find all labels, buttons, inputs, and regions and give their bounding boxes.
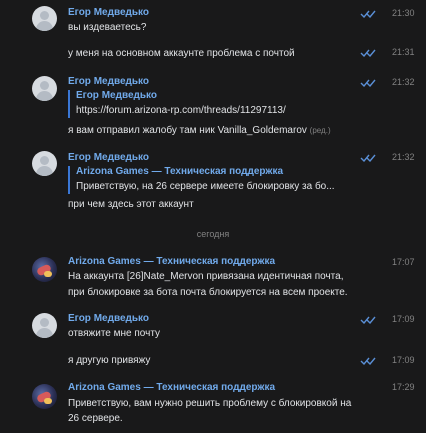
edited-label: (ред.) <box>309 126 331 135</box>
quote-author: Arizona Games — Техническая поддержка <box>76 166 284 177</box>
message-text: при чем здесь этот аккаунт <box>68 199 194 210</box>
message-text: отвяжите мне почту <box>68 328 161 339</box>
message-time: 21:32 <box>392 77 415 87</box>
message-time: 21:30 <box>392 8 415 18</box>
message[interactable]: Егор Медведько отвяжите мне почту 17:09 <box>0 313 426 339</box>
message-time: 17:09 <box>392 355 415 365</box>
message[interactable]: Arizona Games — Техническая поддержка На… <box>0 256 426 300</box>
quote-link[interactable]: https://forum.arizona-rp.com/threads/112… <box>76 105 286 116</box>
message-time: 17:09 <box>392 314 415 324</box>
message-time: 17:29 <box>392 382 415 392</box>
message[interactable]: я другую привяжу 17:09 <box>0 355 426 369</box>
message-time: 21:31 <box>392 47 415 57</box>
message-time: 17:07 <box>392 257 415 267</box>
user-avatar[interactable] <box>32 6 57 31</box>
user-avatar[interactable] <box>32 151 57 176</box>
message-time: 21:32 <box>392 152 415 162</box>
support-avatar[interactable] <box>32 384 57 409</box>
message-author[interactable]: Егор Медведько <box>68 7 149 18</box>
message[interactable]: у меня на основном аккаунте проблема с п… <box>0 47 426 62</box>
message[interactable]: Arizona Games — Техническая поддержка Пр… <box>0 382 426 426</box>
message-author[interactable]: Егор Медведько <box>68 313 149 324</box>
message-author[interactable]: Arizona Games — Техническая поддержка <box>68 256 275 267</box>
read-check-icon <box>360 49 376 57</box>
message[interactable]: Егор Медведько Arizona Games — Техническ… <box>0 151 426 211</box>
read-check-icon <box>360 357 376 365</box>
message-text: у меня на основном аккаунте проблема с п… <box>68 48 295 59</box>
read-check-icon <box>360 316 376 324</box>
quoted-message[interactable]: Егор Медведько https://forum.arizona-rp.… <box>68 90 286 118</box>
message[interactable]: Егор Медведько Егор Медведько https://fo… <box>0 76 426 136</box>
message-text-line: при блокировке за бота почта блокируется… <box>68 287 348 298</box>
message-text-line: Приветствую, вам нужно решить проблему с… <box>68 398 352 409</box>
message-author[interactable]: Егор Медведько <box>68 152 149 163</box>
message-text: я другую привяжу <box>68 355 151 366</box>
quoted-message[interactable]: Arizona Games — Техническая поддержка Пр… <box>68 166 335 194</box>
message-text: я вам отправил жалобу там ник Vanilla_Go… <box>68 125 331 136</box>
support-avatar[interactable] <box>32 257 57 282</box>
message-text: вы издеваетесь? <box>68 22 147 33</box>
quote-text: Приветствую, на 26 сервере имеете блокир… <box>76 181 335 192</box>
message-author[interactable]: Егор Медведько <box>68 76 149 87</box>
read-check-icon <box>360 154 376 162</box>
date-divider: сегодня <box>196 229 230 239</box>
quote-author: Егор Медведько <box>76 90 157 101</box>
user-avatar[interactable] <box>32 76 57 101</box>
message-text-line: На аккаунта [26]Nate_Mervon привязана ид… <box>68 271 344 282</box>
read-check-icon <box>360 10 376 18</box>
user-avatar[interactable] <box>32 313 57 338</box>
message-author[interactable]: Arizona Games — Техническая поддержка <box>68 382 275 393</box>
read-check-icon <box>360 79 376 87</box>
message[interactable]: Егор Медведько вы издеваетесь? 21:30 <box>0 6 426 33</box>
message-text-line: 26 сервере. <box>68 413 123 424</box>
